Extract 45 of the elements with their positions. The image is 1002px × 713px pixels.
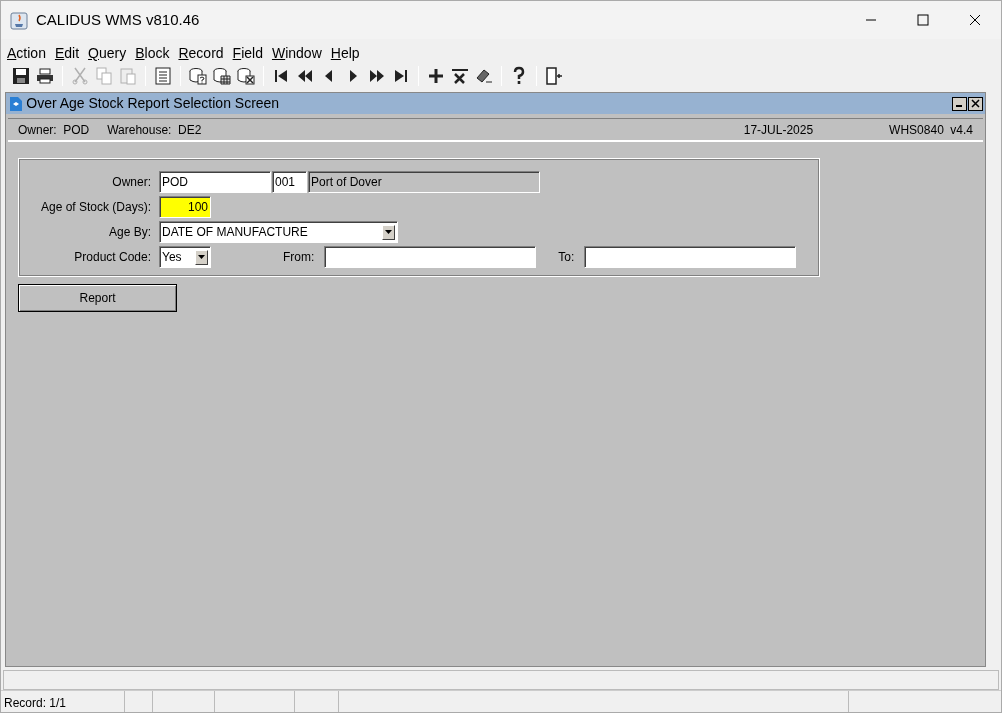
field-label: To: — [558, 249, 575, 266]
database-question-icon[interactable] — [188, 66, 208, 86]
list-icon[interactable] — [153, 66, 173, 86]
owner-label: Owner: — [18, 121, 57, 139]
window-title: CALIDUS WMS v810.46 — [36, 9, 200, 30]
dropdown-field[interactable]: DATE OF MANUFACTURE — [159, 221, 398, 243]
warehouse-label: Warehouse: — [107, 121, 172, 139]
print-icon[interactable] — [35, 66, 55, 86]
owner-value: POD — [63, 121, 90, 139]
field-label: From: — [283, 249, 315, 266]
input-field[interactable]: 001 — [272, 171, 307, 193]
database-cross-icon[interactable] — [236, 66, 256, 86]
readonly-field[interactable]: Port of Dover — [308, 171, 540, 193]
input-field[interactable] — [324, 246, 537, 268]
input-field[interactable] — [584, 246, 797, 268]
date-text: 17-JUL-2025 — [743, 121, 814, 139]
field-label: Age of Stock (Days): — [39, 199, 152, 216]
record-indicator: Record: 1/1 — [1, 691, 125, 712]
maximize-icon[interactable] — [917, 14, 929, 26]
report-button[interactable]: Report — [18, 284, 177, 312]
field-label: Product Code: — [73, 249, 152, 266]
menu-item[interactable]: Record — [178, 43, 224, 63]
database-grid-icon[interactable] — [212, 66, 232, 86]
menu-item[interactable]: Field — [232, 43, 263, 63]
module-code: WHS0840 — [889, 121, 944, 139]
exit-door-icon[interactable] — [544, 66, 564, 86]
save-icon[interactable] — [11, 66, 31, 86]
close-icon[interactable] — [969, 14, 981, 26]
menu-item[interactable]: Action — [7, 43, 46, 63]
menu-item[interactable]: Window — [271, 43, 322, 63]
menu-item[interactable]: Block — [135, 43, 170, 63]
version-text: v4.4 — [950, 121, 973, 139]
form-title: Over Age Stock Report Selection Screen — [26, 94, 280, 113]
delete-row-icon[interactable] — [450, 66, 470, 86]
field-label: Owner: — [111, 174, 152, 191]
menu-item[interactable]: Query — [88, 43, 127, 63]
field-label: Age By: — [107, 224, 152, 241]
input-field[interactable]: POD — [159, 171, 271, 193]
menu-item[interactable]: Edit — [54, 43, 80, 63]
app-icon — [10, 10, 28, 30]
input-field[interactable]: 100 — [159, 196, 211, 218]
dropdown-field[interactable]: Yes — [159, 246, 211, 268]
warehouse-value: DE2 — [177, 121, 202, 139]
plus-icon[interactable] — [426, 66, 446, 86]
menu-item[interactable]: Help — [330, 43, 360, 63]
